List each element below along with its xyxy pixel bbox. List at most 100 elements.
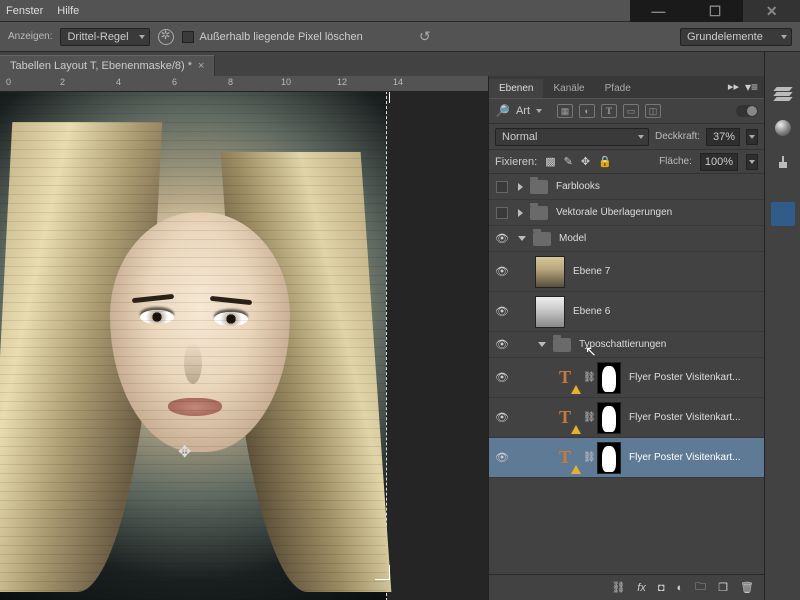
layers-panel-icon[interactable] (771, 82, 795, 106)
layer-group-farblooks[interactable]: Farblooks (489, 174, 764, 200)
minimize-button[interactable]: — (630, 0, 687, 22)
fill-value[interactable]: 100% (700, 153, 738, 171)
visibility-toggle[interactable]: 👁 (493, 232, 511, 245)
link-layers-icon[interactable]: ⛓ (611, 581, 625, 594)
layer-ebene6[interactable]: 👁 Ebene 6 (489, 292, 764, 332)
warning-badge-icon (571, 465, 581, 474)
visibility-toggle[interactable]: 👁 (493, 371, 511, 384)
menu-help[interactable]: Hilfe (57, 5, 79, 17)
document-tabs: Tabellen Layout T, Ebenenmaske/8) * × (0, 52, 800, 76)
layer-ebene7[interactable]: 👁 Ebene 7 (489, 252, 764, 292)
delete-layer-icon[interactable]: 🗑 (740, 581, 754, 594)
layer-name: Typoschattierungen (579, 339, 666, 350)
menu-window[interactable]: Fenster (6, 5, 43, 17)
layer-name: Flyer Poster Visitenkart... (629, 372, 741, 383)
layer-group-vektorale[interactable]: Vektorale Überlagerungen (489, 200, 764, 226)
new-layer-icon[interactable]: ❐ (718, 581, 728, 594)
visibility-toggle[interactable]: 👁 (493, 305, 511, 318)
disclosure-icon[interactable] (518, 183, 523, 191)
opacity-slider-toggle[interactable] (746, 129, 758, 145)
blend-mode-dropdown[interactable]: Normal (495, 128, 649, 146)
ruler-mark: 0 (6, 77, 11, 87)
panel-menu-icon[interactable]: ▾≡ (745, 80, 758, 94)
delete-cropped-checkbox[interactable]: Außerhalb liegende Pixel löschen (182, 31, 362, 43)
crop-bounds[interactable] (0, 92, 386, 600)
new-group-icon[interactable]: 🗀 (695, 578, 706, 597)
close-tab-icon[interactable]: × (198, 60, 204, 72)
layer-name: Flyer Poster Visitenkart... (629, 412, 741, 423)
layer-group-model[interactable]: 👁 Model (489, 226, 764, 252)
tab-layers[interactable]: Ebenen (489, 79, 543, 98)
layer-tree[interactable]: Farblooks Vektorale Überlagerungen 👁 Mod… (489, 174, 764, 574)
gear-icon[interactable] (158, 29, 174, 45)
lock-all-icon[interactable]: 🔒 (598, 155, 612, 168)
filter-pixel-icon[interactable]: ▦ (557, 104, 573, 118)
opacity-label: Deckkraft: (655, 131, 700, 142)
reset-icon[interactable]: ↻ (419, 28, 431, 45)
canvas-document: ✥ (0, 92, 386, 600)
lock-transparency-icon[interactable]: ▩ (545, 155, 555, 168)
visibility-toggle[interactable] (496, 207, 508, 219)
layer-effects-icon[interactable]: fx (637, 582, 646, 594)
layer-thumbnail (535, 296, 565, 328)
visibility-toggle[interactable]: 👁 (493, 451, 511, 464)
tool-presets-dropdown[interactable]: Grundelemente (680, 28, 792, 46)
tab-channels[interactable]: Kanäle (543, 79, 594, 98)
filter-type-label: Art (516, 105, 530, 117)
maximize-button[interactable]: ☐ (687, 0, 744, 22)
layer-name: Ebene 7 (573, 266, 610, 277)
blend-mode-row: Normal Deckkraft: 37% (489, 124, 764, 150)
ruler-mark: 10 (281, 77, 291, 87)
disclosure-icon[interactable] (518, 236, 526, 241)
ruler-mark: 12 (337, 77, 347, 87)
adjustments-panel-icon[interactable] (771, 150, 795, 174)
disclosure-icon[interactable] (518, 209, 523, 217)
visibility-toggle[interactable]: 👁 (493, 411, 511, 424)
adjustment-layer-icon[interactable]: ◐ (677, 582, 684, 594)
right-dock (764, 52, 800, 600)
visibility-toggle[interactable]: 👁 (493, 265, 511, 278)
folder-icon (533, 232, 551, 246)
layer-mask-thumbnail (597, 442, 621, 474)
layer-flyer-1[interactable]: 👁 T ⛓ Flyer Poster Visitenkart... (489, 358, 764, 398)
filter-type-dropdown[interactable]: Art (516, 105, 545, 117)
panel-tabs: Ebenen Kanäle Pfade ▸▸ ▾≡ (489, 76, 764, 98)
close-button[interactable]: ✕ (743, 0, 800, 22)
document-tab[interactable]: Tabellen Layout T, Ebenenmaske/8) * × (0, 55, 215, 76)
type-layer-icon: T (551, 364, 579, 392)
layer-flyer-2[interactable]: 👁 T ⛓ Flyer Poster Visitenkart... (489, 398, 764, 438)
lock-pixels-icon[interactable]: ✎ (564, 155, 573, 168)
collapsed-panel-icon[interactable] (771, 202, 795, 226)
3d-panel-icon[interactable] (771, 116, 795, 140)
ruler-mark: 14 (393, 77, 403, 87)
filter-smart-icon[interactable]: ◫ (645, 104, 661, 118)
mask-link-icon[interactable]: ⛓ (583, 372, 593, 383)
mask-link-icon[interactable]: ⛓ (583, 452, 593, 463)
layer-flyer-3[interactable]: 👁 T ⛓ Flyer Poster Visitenkart... (489, 438, 764, 478)
visibility-toggle[interactable]: 👁 (493, 338, 511, 351)
layers-panel: Ebenen Kanäle Pfade ▸▸ ▾≡ 🔎 Art ▦ ◐ T ▭ … (488, 76, 764, 600)
filter-shape-icon[interactable]: ▭ (623, 104, 639, 118)
add-mask-icon[interactable]: ◘ (658, 582, 665, 594)
filter-adjustment-icon[interactable]: ◐ (579, 104, 595, 118)
layer-group-typo[interactable]: 👁 Typoschattierungen (489, 332, 764, 358)
lock-position-icon[interactable]: ✥ (581, 155, 590, 168)
disclosure-icon[interactable] (538, 342, 546, 347)
type-layer-icon: T (551, 444, 579, 472)
layer-name: Ebene 6 (573, 306, 610, 317)
overlay-mode-dropdown[interactable]: Drittel-Regel (60, 28, 150, 46)
opacity-value[interactable]: 37% (706, 128, 740, 146)
move-cursor-icon: ✥ (178, 442, 191, 462)
document-tab-title: Tabellen Layout T, Ebenenmaske/8) * (10, 60, 192, 72)
canvas-area[interactable]: ✥ (0, 92, 488, 600)
blend-mode-value: Normal (502, 131, 537, 143)
filter-toggle[interactable] (736, 105, 758, 117)
ruler-mark: 2 (60, 77, 65, 87)
overlay-mode-value: Drittel-Regel (67, 31, 128, 43)
fill-slider-toggle[interactable] (746, 154, 758, 170)
tab-paths[interactable]: Pfade (595, 79, 641, 98)
collapse-panel-icon[interactable]: ▸▸ (728, 80, 739, 94)
filter-type-icon[interactable]: T (601, 104, 617, 118)
mask-link-icon[interactable]: ⛓ (583, 412, 593, 423)
visibility-toggle[interactable] (496, 181, 508, 193)
